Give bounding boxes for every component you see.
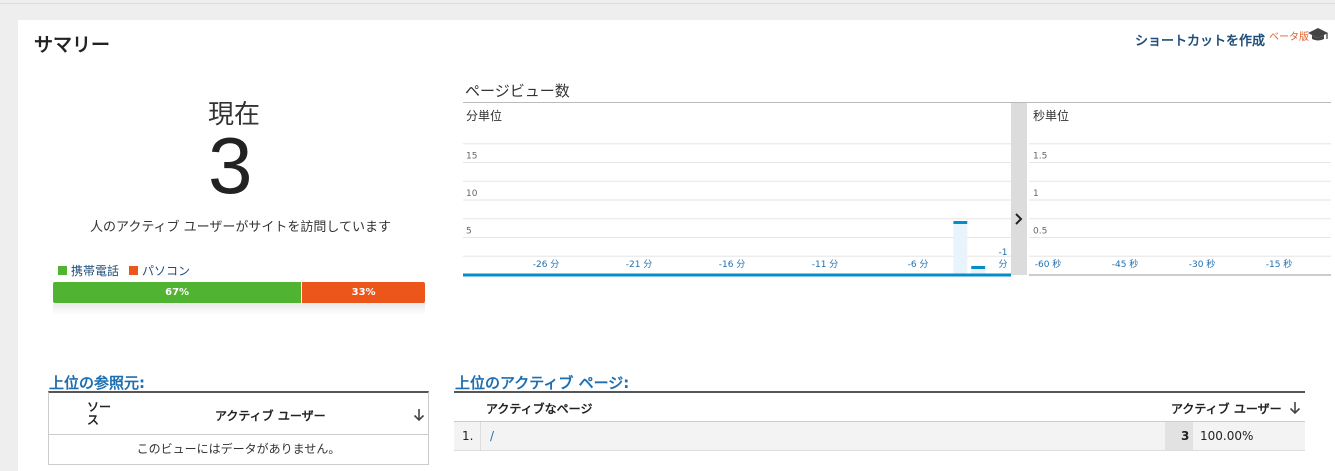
- top-border: [0, 3, 1335, 4]
- referrers-empty-message: このビューにはデータがありません。: [136, 442, 341, 456]
- pageviews-chart-svg: 5 10 15 0.5 1 1.5 -26 分 -21 分 -16 分 -11 分 -6 分 -1分 -…: [463, 103, 1331, 277]
- per-second-label: 秒単位: [1033, 109, 1070, 123]
- table-row: 1. / 3 100.00%: [454, 422, 1305, 451]
- active-users-description: 人のアクティブ ユーザーがサイトを訪問しています: [89, 220, 392, 235]
- minute-x-tick-label: -21 分: [626, 259, 653, 270]
- col-source-header[interactable]: ソース: [87, 401, 113, 427]
- pageviews-chart: 5 10 15 0.5 1 1.5 -26 分 -21 分 -16 分 -11 分 -6 分 -1 分 -…: [463, 102, 1331, 340]
- minute-x-tick-label-unit: 分: [998, 259, 1007, 270]
- row-users-percent: 100.00%: [1200, 429, 1254, 443]
- device-bar-desktop: 33%: [302, 282, 425, 303]
- minute-x-tick-label: -6 分: [908, 259, 929, 270]
- second-x-tick-label: -15 秒: [1266, 258, 1293, 270]
- row-users-count: 3: [1181, 429, 1190, 443]
- legend-label-mobile: 携帯電話: [71, 264, 120, 278]
- minute-bar: [953, 221, 968, 224]
- minute-y-tick-label: 15: [466, 152, 477, 162]
- page-title: サマリー: [34, 34, 111, 56]
- col-active-users-header[interactable]: アクティブ ユーザー: [215, 407, 326, 424]
- second-y-tick-label: 1: [1033, 189, 1039, 199]
- realtime-summary-panel: サマリー ショートカットを作成 ベータ版 現在 3 人のアクティブ ユーザーがサ…: [18, 20, 1335, 471]
- row-index: 1.: [462, 429, 474, 443]
- top-active-pages-title: 上位のアクティブ ページ:: [455, 374, 630, 392]
- legend-label-desktop: パソコン: [142, 264, 191, 278]
- minute-x-tick-label: -1: [999, 248, 1008, 258]
- minute-bar: [971, 266, 986, 269]
- referrers-table: ソース アクティブ ユーザー このビューにはデータがありません。: [48, 391, 429, 465]
- col-active-page-header[interactable]: アクティブなページ: [486, 400, 592, 417]
- minute-bar-fill: [953, 222, 968, 275]
- beta-badge: ベータ版: [1269, 32, 1309, 43]
- device-share-bar: 67% 33%: [53, 282, 425, 303]
- legend-swatch-mobile: [58, 266, 67, 275]
- panel-divider: [1011, 103, 1027, 275]
- second-x-tick-label: -45 秒: [1112, 258, 1139, 270]
- minute-y-tick-label: 10: [466, 189, 478, 199]
- pageviews-title: ページビュー数: [465, 82, 570, 100]
- legend-item-mobile: 携帯電話: [58, 262, 119, 279]
- active-pages-table-header: アクティブなページ アクティブ ユーザー: [454, 393, 1305, 422]
- device-bar-mobile: 67%: [53, 282, 303, 303]
- sort-down-arrow-icon[interactable]: [413, 408, 425, 422]
- minute-x-tick-label: -26 分: [533, 259, 560, 270]
- legend-item-desktop: パソコン: [129, 262, 190, 279]
- create-shortcut-link[interactable]: ショートカットを作成: [1135, 30, 1265, 49]
- per-minute-label: 分単位: [466, 109, 503, 123]
- row-divider: [480, 422, 481, 450]
- second-y-tick-label: 0.5: [1033, 227, 1047, 237]
- referrers-table-header: ソース アクティブ ユーザー: [49, 393, 428, 435]
- minute-y-tick-label: 5: [466, 227, 472, 237]
- active-pages-table: アクティブなページ アクティブ ユーザー 1. / 3 100.00%: [454, 391, 1305, 451]
- device-bar-reflection: [53, 303, 425, 315]
- device-legend: 携帯電話 パソコン: [58, 262, 190, 279]
- second-y-tick-label: 1.5: [1033, 152, 1047, 162]
- second-x-tick-label: -30 秒: [1189, 258, 1216, 270]
- graduation-cap-icon[interactable]: [1307, 26, 1329, 44]
- sort-down-arrow-icon[interactable]: [1289, 401, 1301, 415]
- active-users-count: 3: [208, 121, 253, 210]
- col-page-users-header[interactable]: アクティブ ユーザー: [1171, 400, 1282, 417]
- second-x-tick-label: -60 秒: [1035, 258, 1062, 270]
- minute-x-tick-label: -11 分: [812, 259, 839, 270]
- top-referrers-title: 上位の参照元:: [49, 374, 145, 392]
- minute-x-tick-label: -16 分: [719, 259, 746, 270]
- legend-swatch-desktop: [129, 266, 139, 275]
- active-page-link[interactable]: /: [490, 429, 494, 443]
